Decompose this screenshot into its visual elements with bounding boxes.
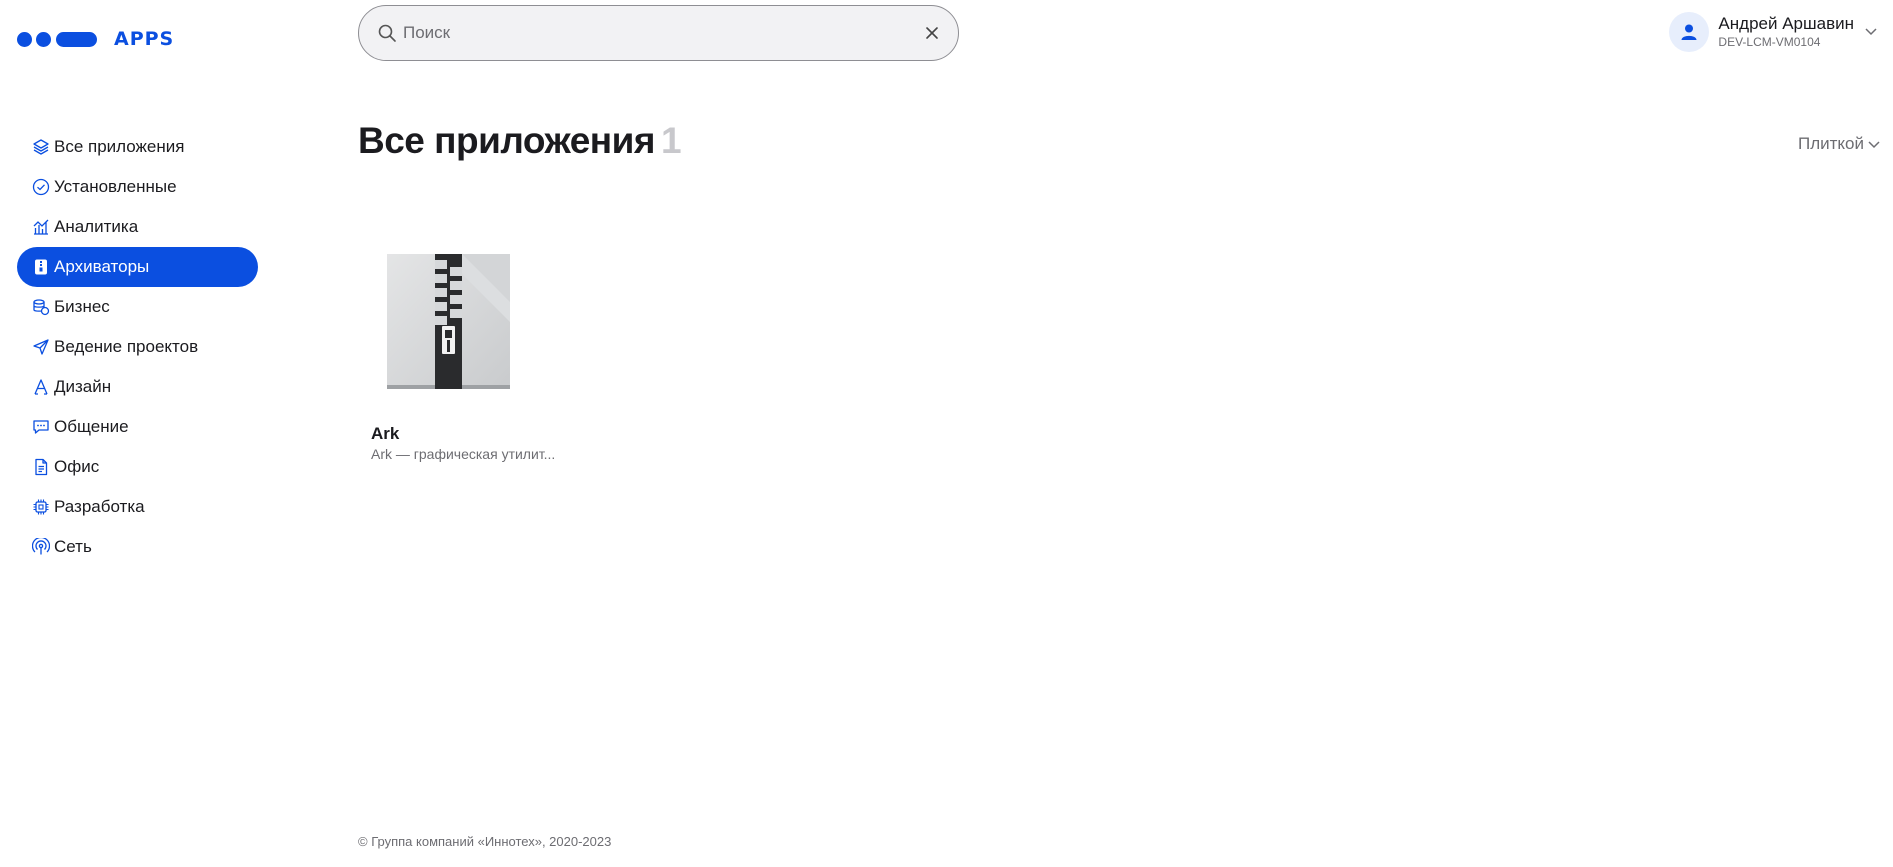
app-description: Ark — графическая утилит... <box>371 446 556 462</box>
avatar <box>1669 12 1710 52</box>
sidebar-item-label: Разработка <box>54 497 145 516</box>
logo-dot <box>17 31 32 47</box>
app-count: 1 <box>661 120 682 161</box>
sidebar-item-development[interactable]: Разработка <box>17 487 258 527</box>
sidebar-item-label: Дизайн <box>54 377 112 396</box>
apps-logo[interactable]: APPS <box>17 28 175 50</box>
app-card[interactable]: Ark Ark — графическая утилит... <box>371 254 581 462</box>
sidebar-item-label: Установленные <box>54 177 177 196</box>
user-icon <box>1681 24 1697 40</box>
check-circle-icon <box>31 178 50 197</box>
search-input[interactable] <box>403 23 924 43</box>
broadcast-icon <box>31 538 50 557</box>
search-bar <box>358 5 959 61</box>
view-mode-label: Плиткой <box>1798 134 1864 153</box>
pen-icon <box>31 378 50 397</box>
sidebar: Все приложения Установленные Аналитика А… <box>17 127 258 567</box>
archive-icon <box>31 258 50 277</box>
user-name: Андрей Аршавин <box>1718 14 1854 33</box>
user-menu[interactable]: Андрей Аршавин DEV-LCM-VM0104 <box>1669 12 1878 52</box>
sidebar-item-label: Архиваторы <box>54 257 150 276</box>
chip-icon <box>31 498 50 517</box>
search-icon <box>378 24 396 42</box>
chart-icon <box>31 218 50 237</box>
coins-icon <box>31 298 50 317</box>
sidebar-item-design[interactable]: Дизайн <box>17 367 258 407</box>
sidebar-item-label: Все приложения <box>54 137 185 156</box>
sidebar-item-office[interactable]: Офис <box>17 447 258 487</box>
sidebar-item-label: Бизнес <box>54 297 110 316</box>
sidebar-item-communication[interactable]: Общение <box>17 407 258 447</box>
zip-archive-icon <box>387 254 510 389</box>
sidebar-item-business[interactable]: Бизнес <box>17 287 258 327</box>
sidebar-item-all-apps[interactable]: Все приложения <box>17 127 258 167</box>
footer-copyright: © Группа компаний «Иннотех», 2020-2023 <box>358 834 612 849</box>
sidebar-item-label: Общение <box>54 417 129 436</box>
app-name: Ark <box>371 424 400 443</box>
sidebar-item-archivers[interactable]: Архиваторы <box>17 247 258 287</box>
chevron-down-icon <box>1865 28 1877 36</box>
chat-icon <box>31 418 50 437</box>
sidebar-item-network[interactable]: Сеть <box>17 527 258 567</box>
layers-icon <box>31 138 50 157</box>
sidebar-item-label: Сеть <box>54 537 92 556</box>
sidebar-item-label: Аналитика <box>54 217 139 236</box>
sidebar-item-projects[interactable]: Ведение проектов <box>17 327 258 367</box>
chevron-down-icon <box>1868 141 1880 149</box>
page-title: Все приложения 1 <box>358 120 682 162</box>
sidebar-item-analytics[interactable]: Аналитика <box>17 207 258 247</box>
close-icon[interactable] <box>924 25 940 41</box>
sidebar-item-installed[interactable]: Установленные <box>17 167 258 207</box>
page-title-text: Все приложения <box>358 120 656 161</box>
user-host: DEV-LCM-VM0104 <box>1718 35 1821 49</box>
logo-text: APPS <box>114 28 175 50</box>
sidebar-item-label: Ведение проектов <box>54 337 199 356</box>
view-mode-dropdown[interactable]: Плиткой <box>1798 134 1881 154</box>
logo-dot <box>36 31 51 47</box>
document-icon <box>31 458 50 477</box>
logo-pill <box>56 31 97 47</box>
sidebar-item-label: Офис <box>54 457 100 476</box>
send-icon <box>31 338 50 357</box>
